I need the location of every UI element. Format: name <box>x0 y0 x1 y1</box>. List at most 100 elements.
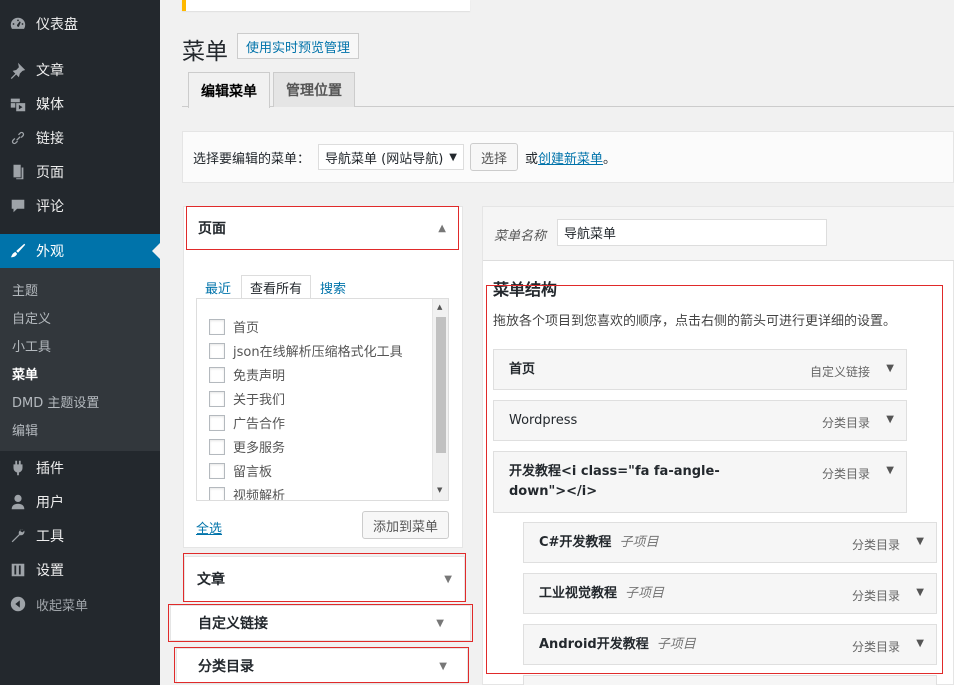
submenu-item-menus[interactable]: 菜单 <box>12 364 38 383</box>
menu-item-type: 分类目录 <box>851 640 900 654</box>
checkbox[interactable] <box>209 318 225 335</box>
menu-item-type: 分类目录 <box>821 467 870 481</box>
expand-arrow-icon[interactable]: ▼ <box>916 536 924 547</box>
pin-icon <box>0 61 36 79</box>
menu-item-title: C#开发教程 子项目 <box>539 533 658 553</box>
scroll-down-icon[interactable]: ▼ <box>437 486 442 494</box>
list-item-label: 广告合作 <box>233 417 286 432</box>
dashboard-icon <box>0 15 36 33</box>
expand-arrow-icon[interactable]: ▼ <box>886 363 894 374</box>
list-item[interactable]: json在线解析压缩格式化工具 <box>209 341 403 360</box>
checkbox[interactable] <box>209 342 225 359</box>
menu-item-type: 分类目录 <box>851 589 900 603</box>
pages-panel-header[interactable]: 页面 ▲ <box>186 207 458 249</box>
menu-item-title: 首页 <box>509 362 536 377</box>
collapse-label: 收起菜单 <box>36 598 89 614</box>
submenu-item-dmd-settings[interactable]: DMD 主题设置 <box>12 392 99 411</box>
tab-view-all[interactable]: 查看所有 <box>241 275 312 299</box>
categories-panel-header[interactable]: 分类目录 ▼ <box>176 648 468 684</box>
sidebar-item-plugins[interactable]: 插件 <box>0 451 160 485</box>
sidebar-item-users[interactable]: 用户 <box>0 485 160 519</box>
menu-name-input[interactable]: 导航菜单 <box>557 219 827 246</box>
menu-item[interactable]: C#开发教程 子项目 分类目录 ▼ <box>523 522 937 563</box>
page-icon <box>0 163 36 181</box>
sidebar-item-appearance[interactable]: 外观 <box>0 234 160 268</box>
custom-links-panel-title: 自定义链接 <box>198 616 268 632</box>
menu-select-dropdown[interactable]: 导航菜单 (网站导航) ▼ <box>318 144 464 170</box>
expand-arrow-icon[interactable]: ▼ <box>886 465 894 476</box>
create-menu-link[interactable]: 创建新菜单 <box>538 148 603 167</box>
list-item[interactable]: 免责声明 <box>209 365 285 384</box>
list-item[interactable]: 首页 <box>209 317 259 336</box>
menu-item[interactable]: Android开发教程 子项目 分类目录 ▼ <box>523 624 937 665</box>
period-text: 。 <box>603 151 617 167</box>
submenu-item-widgets[interactable]: 小工具 <box>12 336 51 355</box>
submenu-item-themes[interactable]: 主题 <box>12 280 38 299</box>
wrench-icon <box>0 527 36 545</box>
select-menu-button[interactable]: 选择 <box>470 143 519 171</box>
checkbox[interactable] <box>209 486 225 500</box>
list-item[interactable]: 留言板 <box>209 461 272 480</box>
sidebar-item-links[interactable]: 链接 <box>0 121 160 155</box>
list-item[interactable]: 更多服务 <box>209 437 285 456</box>
add-to-menu-button[interactable]: 添加到菜单 <box>362 511 450 539</box>
sidebar-item-media[interactable]: 媒体 <box>0 87 160 121</box>
checkbox[interactable] <box>209 366 225 383</box>
collapse-arrow-icon: ▲ <box>438 222 446 234</box>
sidebar-item-settings[interactable]: 设置 <box>0 553 160 587</box>
sidebar-item-label: 用户 <box>36 495 64 511</box>
sub-item-label: 子项目 <box>656 637 696 652</box>
sidebar-item-comments[interactable]: 评论 <box>0 189 160 223</box>
sidebar-item-label: 插件 <box>36 461 64 477</box>
checkbox[interactable] <box>209 390 225 407</box>
live-preview-button[interactable]: 使用实时预览管理 <box>237 33 360 59</box>
collapse-icon <box>0 595 36 613</box>
menu-item[interactable]: Wordpress 分类目录 ▼ <box>493 400 907 441</box>
checkbox[interactable] <box>209 438 225 455</box>
sidebar-item-label: 页面 <box>36 165 64 181</box>
scrollbar-thumb[interactable] <box>436 317 446 453</box>
select-menu-label: 选择要编辑的菜单： <box>193 151 311 167</box>
sidebar-item-dashboard[interactable]: 仪表盘 <box>0 7 160 41</box>
expand-arrow-icon[interactable]: ▼ <box>916 638 924 649</box>
menu-item-type: 分类目录 <box>851 538 900 552</box>
link-icon <box>0 129 36 147</box>
expand-arrow-icon[interactable]: ▼ <box>886 414 894 425</box>
tab-search[interactable]: 搜索 <box>312 275 354 299</box>
scroll-up-icon[interactable]: ▲ <box>437 303 442 311</box>
media-icon <box>0 95 36 113</box>
pages-panel-title: 页面 <box>198 221 226 237</box>
posts-panel-title: 文章 <box>197 572 225 588</box>
sidebar-item-label: 文章 <box>36 63 64 79</box>
list-item-label: 更多服务 <box>233 441 286 456</box>
custom-links-panel-header[interactable]: 自定义链接 ▼ <box>170 605 471 641</box>
menu-item[interactable]: 开发教程<i class="fa fa-angle-down"></i> 分类目… <box>493 451 907 513</box>
sidebar-item-pages[interactable]: 页面 <box>0 155 160 189</box>
tab-edit-menus[interactable]: 编辑菜单 <box>188 72 270 108</box>
list-item[interactable]: 关于我们 <box>209 389 285 408</box>
posts-panel-header[interactable]: 文章 ▼ <box>184 556 465 602</box>
list-item[interactable]: 视频解析 <box>209 485 285 500</box>
collapse-menu-button[interactable]: 收起菜单 <box>0 587 160 621</box>
submenu-item-customize[interactable]: 自定义 <box>12 308 51 327</box>
sidebar-item-label: 评论 <box>36 199 64 215</box>
sidebar-item-posts[interactable]: 文章 <box>0 53 160 87</box>
menu-item[interactable]: 首页 自定义链接 ▼ <box>493 349 907 390</box>
checkbox[interactable] <box>209 462 225 479</box>
menu-item[interactable] <box>523 675 937 685</box>
settings-icon <box>0 561 36 579</box>
user-icon <box>0 493 36 511</box>
expand-arrow-icon: ▼ <box>436 617 444 629</box>
list-item[interactable]: 广告合作 <box>209 413 285 432</box>
checklist-scrollbar[interactable]: ▲ ▼ <box>432 299 448 500</box>
admin-sidebar: 仪表盘 文章 媒体 链接 页面 评论 外观 主题 自定义 小工具 菜单 DMD … <box>0 0 160 685</box>
submenu-item-editor[interactable]: 编辑 <box>12 420 38 439</box>
menu-item[interactable]: 工业视觉教程 子项目 分类目录 ▼ <box>523 573 937 614</box>
tab-manage-locations[interactable]: 管理位置 <box>273 72 355 107</box>
sidebar-item-tools[interactable]: 工具 <box>0 519 160 553</box>
menu-item-title-text: Android开发教程 <box>539 637 649 652</box>
expand-arrow-icon[interactable]: ▼ <box>916 587 924 598</box>
checkbox[interactable] <box>209 414 225 431</box>
select-all-link[interactable]: 全选 <box>196 518 222 537</box>
tab-recent[interactable]: 最近 <box>197 275 239 299</box>
